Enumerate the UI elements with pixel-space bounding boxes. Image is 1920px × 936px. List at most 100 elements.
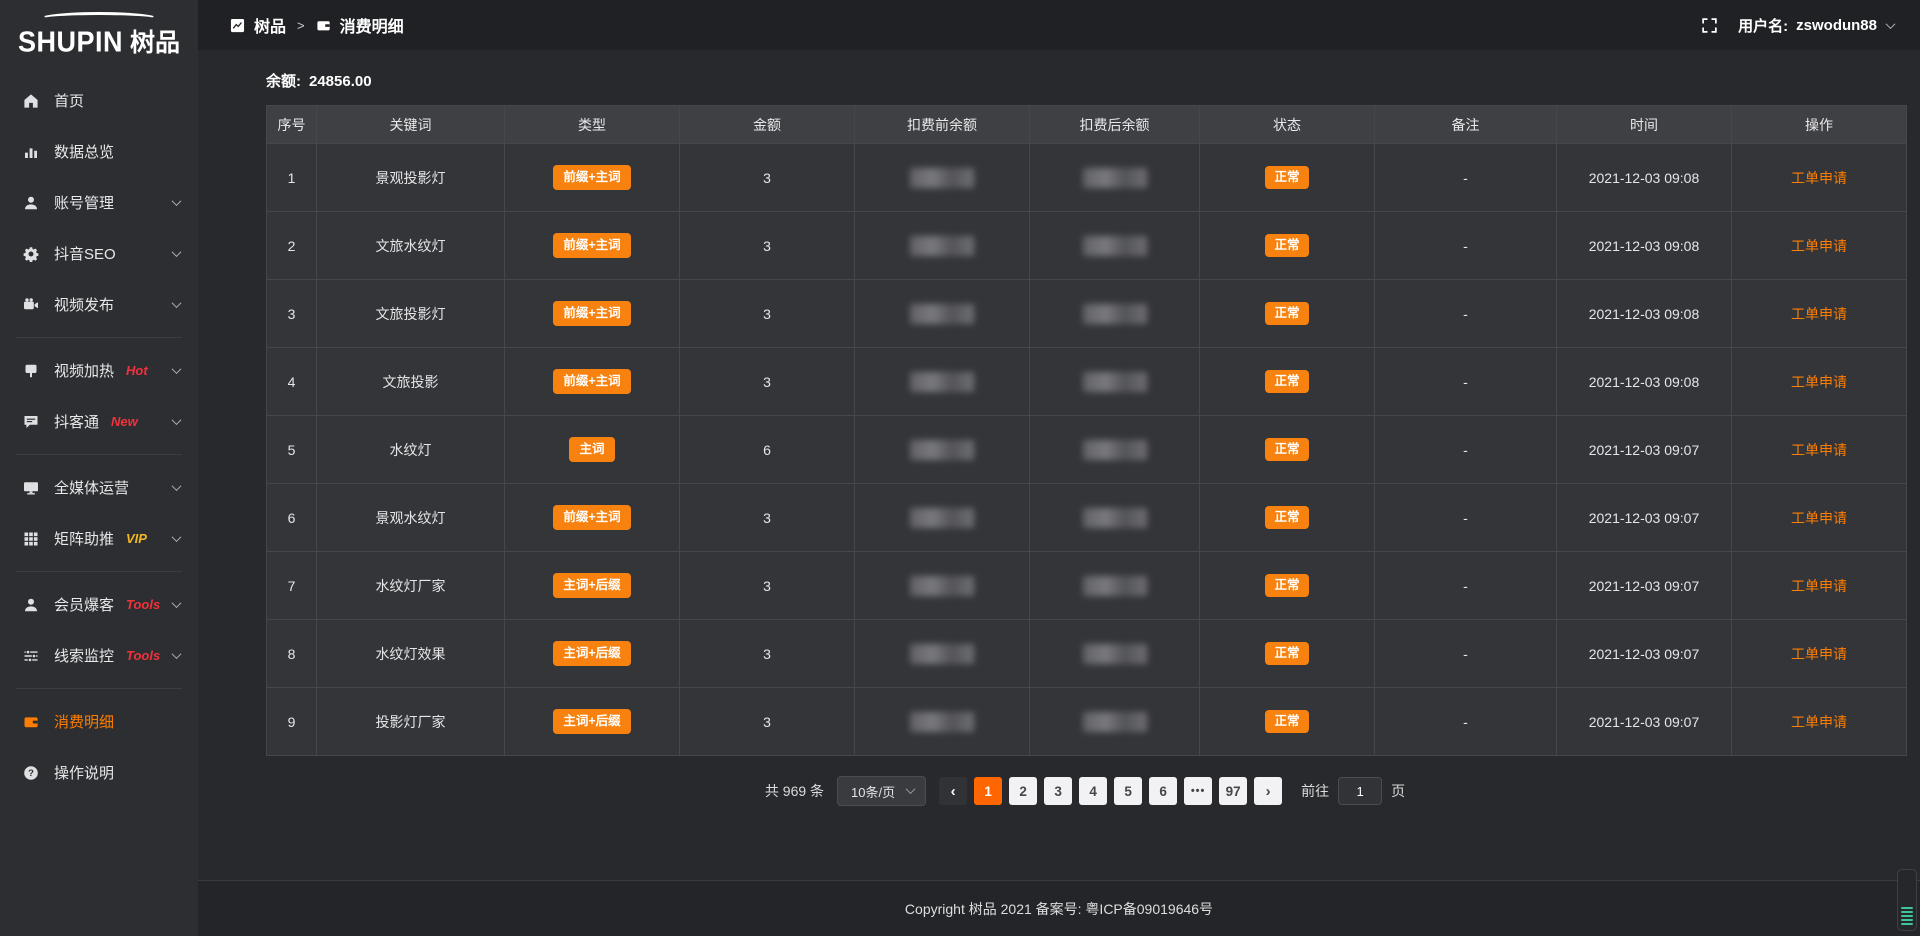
cell-remark: -	[1375, 348, 1557, 416]
username-label: 用户名:	[1738, 15, 1788, 36]
chevron-down-icon	[906, 784, 916, 794]
cell-amount: 3	[680, 552, 855, 620]
sidebar-item-consumption-detail[interactable]: 消费明细	[0, 696, 198, 747]
work-order-link[interactable]: 工单申请	[1791, 442, 1847, 458]
table-header-row: 序号关键词类型金额扣费前余额扣费后余额状态备注时间操作	[267, 106, 1907, 144]
sidebar-item-douketong[interactable]: 抖客通New	[0, 396, 198, 447]
cell-pre-balance	[855, 212, 1030, 280]
page-button-2[interactable]: 2	[1009, 777, 1037, 805]
work-order-link[interactable]: 工单申请	[1791, 170, 1847, 186]
sidebar-item-account-management[interactable]: 账号管理	[0, 177, 198, 228]
page-size-select[interactable]: 10条/页	[837, 776, 926, 806]
column-header: 关键词	[317, 106, 505, 144]
page-button-1[interactable]: 1	[974, 777, 1002, 805]
cell-amount: 3	[680, 688, 855, 756]
cell-type: 前缀+主词	[505, 212, 680, 280]
chevron-down-icon	[172, 196, 182, 206]
type-badge: 主词	[569, 437, 614, 462]
chevron-down-icon	[172, 481, 182, 491]
table-row: 5水纹灯主词6正常-2021-12-03 09:07工单申请	[267, 416, 1907, 484]
sidebar-item-label: 视频加热	[54, 360, 114, 381]
breadcrumb: 树品 > 消费明细	[230, 13, 404, 37]
work-order-link[interactable]: 工单申请	[1791, 374, 1847, 390]
cell-pre-balance	[855, 144, 1030, 212]
work-order-link[interactable]: 工单申请	[1791, 306, 1847, 322]
sidebar-divider	[16, 688, 182, 689]
cell-time: 2021-12-03 09:08	[1557, 348, 1732, 416]
next-page-button[interactable]: ›	[1254, 777, 1282, 805]
chevron-down-icon	[172, 364, 182, 374]
sidebar-item-label: 数据总览	[54, 141, 114, 162]
page-button-4[interactable]: 4	[1079, 777, 1107, 805]
page-size-value: 10条/页	[851, 782, 895, 801]
footer: Copyright 树品 2021 备案号: 粤ICP备09019646号	[198, 880, 1920, 936]
blurred-balance	[910, 304, 974, 324]
consumption-table: 序号关键词类型金额扣费前余额扣费后余额状态备注时间操作 1景观投影灯前缀+主词3…	[266, 105, 1907, 756]
cell-status: 正常	[1200, 484, 1375, 552]
sidebar-item-video-publish[interactable]: 视频发布	[0, 279, 198, 330]
sidebar-item-data-overview[interactable]: 数据总览	[0, 126, 198, 177]
table-row: 3文旅投影灯前缀+主词3正常-2021-12-03 09:08工单申请	[267, 280, 1907, 348]
table-row: 4文旅投影前缀+主词3正常-2021-12-03 09:08工单申请	[267, 348, 1907, 416]
cell-type: 主词+后缀	[505, 620, 680, 688]
jump-page-input[interactable]	[1338, 777, 1382, 805]
work-order-link[interactable]: 工单申请	[1791, 646, 1847, 662]
sidebar-item-all-media-operation[interactable]: 全媒体运营	[0, 462, 198, 513]
cell-pre-balance	[855, 688, 1030, 756]
table-row: 1景观投影灯前缀+主词3正常-2021-12-03 09:08工单申请	[267, 144, 1907, 212]
panel-icon	[230, 18, 245, 33]
cell-time: 2021-12-03 09:07	[1557, 484, 1732, 552]
cell-action: 工单申请	[1732, 280, 1907, 348]
cell-index: 5	[267, 416, 317, 484]
sidebar-item-label: 抖音SEO	[54, 243, 116, 264]
status-badge: 正常	[1265, 166, 1308, 189]
cell-pre-balance	[855, 416, 1030, 484]
page-button-6[interactable]: 6	[1149, 777, 1177, 805]
status-badge: 正常	[1265, 438, 1308, 461]
cell-action: 工单申请	[1732, 688, 1907, 756]
blurred-balance	[910, 440, 974, 460]
breadcrumb-home[interactable]: 树品	[254, 13, 286, 37]
app-root: SHUPIN 树品 首页数据总览账号管理抖音SEO视频发布视频加热Hot抖客通N…	[0, 0, 1920, 936]
blurred-balance	[1083, 304, 1147, 324]
sidebar-item-video-heat[interactable]: 视频加热Hot	[0, 345, 198, 396]
work-order-link[interactable]: 工单申请	[1791, 510, 1847, 526]
page-button-5[interactable]: 5	[1114, 777, 1142, 805]
cell-index: 9	[267, 688, 317, 756]
fullscreen-icon[interactable]	[1701, 17, 1718, 34]
user-menu[interactable]: 用户名: zswodun88	[1738, 15, 1894, 36]
sidebar-item-douyin-seo[interactable]: 抖音SEO	[0, 228, 198, 279]
blurred-balance	[910, 712, 974, 732]
cell-status: 正常	[1200, 620, 1375, 688]
table-body: 1景观投影灯前缀+主词3正常-2021-12-03 09:08工单申请2文旅水纹…	[267, 144, 1907, 756]
sidebar-item-member-baoke[interactable]: 会员爆客Tools	[0, 579, 198, 630]
sidebar-item-instructions[interactable]: ?操作说明	[0, 747, 198, 798]
cell-remark: -	[1375, 552, 1557, 620]
sidebar-item-clue-monitor[interactable]: 线索监控Tools	[0, 630, 198, 681]
sidebar-item-home[interactable]: 首页	[0, 75, 198, 126]
page-button-3[interactable]: 3	[1044, 777, 1072, 805]
more-pages-button[interactable]: •••	[1184, 777, 1212, 805]
cell-pre-balance	[855, 552, 1030, 620]
cell-post-balance	[1030, 212, 1200, 280]
content-area: 余额:24856.00 序号关键词类型金额扣费前余额扣费后余额状态备注时间操作 …	[198, 50, 1920, 880]
type-badge: 前缀+主词	[553, 505, 630, 530]
table-row: 2文旅水纹灯前缀+主词3正常-2021-12-03 09:08工单申请	[267, 212, 1907, 280]
work-order-link[interactable]: 工单申请	[1791, 714, 1847, 730]
cell-remark: -	[1375, 212, 1557, 280]
sidebar-item-label: 首页	[54, 90, 84, 111]
work-order-link[interactable]: 工单申请	[1791, 238, 1847, 254]
prev-page-button[interactable]: ‹	[939, 777, 967, 805]
cell-index: 1	[267, 144, 317, 212]
page-button-97[interactable]: 97	[1219, 777, 1247, 805]
chevron-down-icon	[1886, 19, 1896, 29]
main-column: 树品 > 消费明细 用户名: zswodun88 余额:24	[198, 0, 1920, 936]
cell-post-balance	[1030, 484, 1200, 552]
sidebar-item-matrix-boost[interactable]: 矩阵助推VIP	[0, 513, 198, 564]
column-header: 状态	[1200, 106, 1375, 144]
cell-post-balance	[1030, 348, 1200, 416]
column-header: 金额	[680, 106, 855, 144]
blurred-balance	[910, 372, 974, 392]
cell-remark: -	[1375, 144, 1557, 212]
work-order-link[interactable]: 工单申请	[1791, 578, 1847, 594]
